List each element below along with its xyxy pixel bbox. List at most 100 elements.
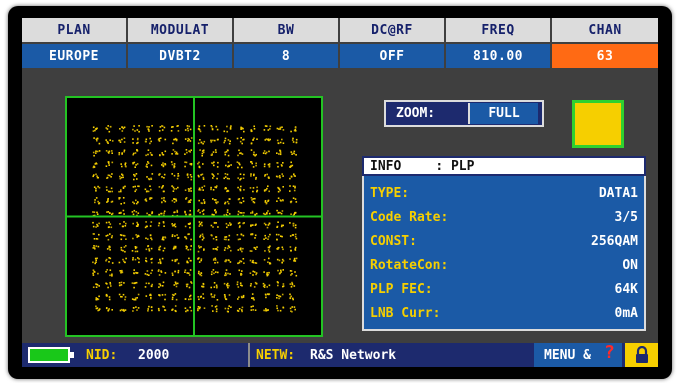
constellation-point [122,127,125,130]
constellation-point [132,310,134,312]
info-row-lnb-curr: LNB Curr: 0mA [370,301,638,325]
constellation-point [175,198,177,201]
constellation-point [199,273,201,276]
constellation-point [111,140,114,142]
info-key: TYPE: [370,185,410,201]
constellation-point [229,222,231,224]
constellation-point [147,190,150,193]
bandwidth-value[interactable]: 8 [234,44,340,68]
constellation-point [227,239,230,241]
plan-value[interactable]: EUROPE [22,44,128,68]
constellation-point [276,294,278,296]
constellation-point [216,246,219,248]
constellation-point [134,130,136,132]
constellation-point [237,222,240,225]
constellation-point [278,175,281,177]
constellation-point [277,211,280,214]
constellation-point [225,238,227,241]
constellation-point [202,189,204,191]
constellation-point [158,274,161,276]
constellation-point [174,270,176,273]
constellation-point [203,185,206,187]
constellation-point [177,186,179,189]
constellation-point [289,246,292,248]
constellation-point [137,185,139,187]
constellation-point [282,306,284,309]
constellation-point [282,142,285,144]
constellation-point [215,238,218,241]
constellation-point [136,163,139,165]
constellation-point [237,298,239,300]
constellation-point [96,211,98,214]
constellation-point [159,262,162,265]
constellation-point [134,250,137,253]
constellation-point [107,211,110,213]
constellation-point [124,250,126,253]
lock-icon[interactable] [625,343,658,367]
constellation-point [216,128,219,131]
constellation-point [253,286,256,288]
constellation-point [133,175,136,177]
constellation-point [291,283,294,286]
constellation-point [294,235,297,238]
constellation-point [227,272,229,275]
dcrf-value[interactable]: OFF [340,44,446,68]
constellation-point [249,285,252,287]
constellation-point [134,298,137,301]
constellation-point [268,257,270,260]
constellation-point [135,306,137,308]
frequency-value[interactable]: 810.00 [446,44,552,68]
constellation-point [215,248,218,250]
modulation-value[interactable]: DVBT2 [128,44,234,68]
constellation-point [200,259,202,262]
constellation-point [294,260,297,262]
zoom-value[interactable]: FULL [468,103,538,124]
constellation-point [189,213,192,216]
constellation-point [229,261,232,263]
constellation-point [186,173,189,175]
constellation-point [107,174,110,176]
constellation-point [136,225,139,227]
constellation-point [121,130,124,132]
constellation-point [198,246,201,249]
constellation-point [290,161,292,164]
constellation-point [171,274,174,276]
constellation-point [170,130,173,132]
constellation-point [280,225,283,228]
constellation-point [224,173,227,175]
constellation-point [199,149,201,151]
constellation-point [171,234,174,236]
constellation-point [212,237,215,240]
constellation-point [250,233,252,236]
constellation-point [176,211,179,213]
constellation-point [213,286,216,288]
constellation-point [173,174,176,177]
constellation-point [294,271,296,273]
constellation-point [135,234,137,236]
constellation-point [200,272,202,274]
constellation-point [265,223,267,226]
channel-value[interactable]: 63 [552,44,658,68]
constellation-point [122,197,125,199]
constellation-point [122,225,124,228]
question-icon[interactable]: ? [604,342,615,363]
constellation-point [264,234,266,237]
constellation-point [202,297,205,299]
constellation-point [239,188,242,191]
constellation-point [211,271,213,273]
constellation-point [108,221,110,224]
constellation-point [111,173,113,175]
constellation-point [250,197,253,199]
constellation-point [135,199,137,202]
zoom-label: ZOOM: [396,106,436,121]
constellation-point [225,213,228,216]
constellation-point [237,249,240,251]
zoom-control[interactable]: ZOOM: FULL [384,100,544,127]
constellation-point [151,269,153,272]
constellation-point [164,293,167,296]
constellation-point [106,201,108,203]
constellation-point [122,209,125,212]
constellation-point [119,128,121,130]
constellation-point [210,273,213,276]
constellation-point [228,305,230,307]
